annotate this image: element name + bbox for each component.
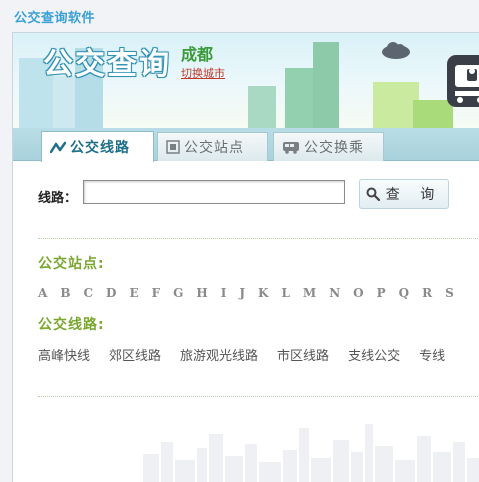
station-letter[interactable]: G xyxy=(173,286,183,300)
station-letter[interactable]: E xyxy=(129,286,138,300)
route-category[interactable]: 支线公交 xyxy=(348,345,400,364)
route-category[interactable]: 旅游观光线路 xyxy=(180,345,258,364)
station-letter[interactable]: D xyxy=(106,286,116,300)
station-letter[interactable]: R xyxy=(422,286,432,300)
route-label: 线路： xyxy=(38,191,78,206)
tab-bus-routes[interactable]: 公交线路 xyxy=(41,131,154,162)
station-letter-index: A B C D E F G H I J K L M N O P Q R S xyxy=(38,286,467,300)
bus-icon xyxy=(447,55,479,107)
stations-section-title: 公交站点: xyxy=(38,256,105,272)
search-button-label: 查 询 xyxy=(385,187,443,203)
route-category[interactable]: 高峰快线 xyxy=(38,345,90,364)
tab-label: 公交换乘 xyxy=(304,140,364,156)
tab-label: 公交线路 xyxy=(70,140,130,156)
station-letter[interactable]: I xyxy=(221,286,227,300)
divider xyxy=(38,238,479,239)
station-letter[interactable]: Q xyxy=(399,286,409,300)
route-category[interactable]: 市区线路 xyxy=(277,345,329,364)
tab-bus-transfer[interactable]: 公交换乘 xyxy=(273,132,384,161)
station-letter[interactable]: C xyxy=(83,286,93,300)
transfer-bus-icon xyxy=(282,140,300,154)
route-category[interactable]: 郊区线路 xyxy=(109,345,161,364)
skyline-illustration xyxy=(143,422,479,482)
tab-bus-stations[interactable]: 公交站点 xyxy=(157,132,268,161)
route-category[interactable]: 专线 xyxy=(419,345,445,364)
divider xyxy=(38,396,479,397)
station-letter[interactable]: N xyxy=(329,286,340,300)
app-frame: 公交查询 成都 切换城市 公交线路 公交站点 公交换乘 线路： 查 询 公交站点… xyxy=(12,32,479,482)
route-icon xyxy=(50,141,66,153)
building-illustration xyxy=(53,76,75,128)
current-city: 成都 xyxy=(181,45,214,64)
magnifier-icon xyxy=(366,187,380,201)
station-letter[interactable]: A xyxy=(38,286,47,300)
station-letter[interactable]: B xyxy=(60,286,70,300)
cloud-icon xyxy=(381,41,411,59)
station-letter[interactable]: M xyxy=(303,286,316,300)
content-area: 线路： 查 询 公交站点: A B C D E F G H I J K L M … xyxy=(13,161,479,482)
station-letter[interactable]: P xyxy=(377,286,386,300)
station-letter[interactable]: L xyxy=(281,286,289,300)
station-letter[interactable]: F xyxy=(152,286,161,300)
station-letter[interactable]: J xyxy=(239,286,245,300)
route-search-input[interactable] xyxy=(83,180,345,204)
routes-section-title: 公交线路: xyxy=(38,317,105,333)
station-letter[interactable]: H xyxy=(196,286,207,300)
switch-city-link[interactable]: 切换城市 xyxy=(181,65,225,81)
station-icon xyxy=(166,140,180,154)
app-logo: 公交查询 xyxy=(43,47,171,82)
route-category-list: 高峰快线 郊区线路 旅游观光线路 市区线路 支线公交 专线 xyxy=(38,345,464,364)
tab-bar: 公交线路 公交站点 公交换乘 xyxy=(13,128,479,162)
tab-label: 公交站点 xyxy=(184,140,244,156)
building-illustration xyxy=(248,86,276,128)
station-letter[interactable]: K xyxy=(258,286,268,300)
building-illustration xyxy=(313,42,339,128)
window-title: 公交查询软件 xyxy=(14,11,96,26)
banner: 公交查询 成都 切换城市 xyxy=(13,33,479,128)
search-button[interactable]: 查 询 xyxy=(359,179,449,209)
station-letter[interactable]: O xyxy=(353,286,363,300)
station-letter[interactable]: S xyxy=(445,286,454,300)
